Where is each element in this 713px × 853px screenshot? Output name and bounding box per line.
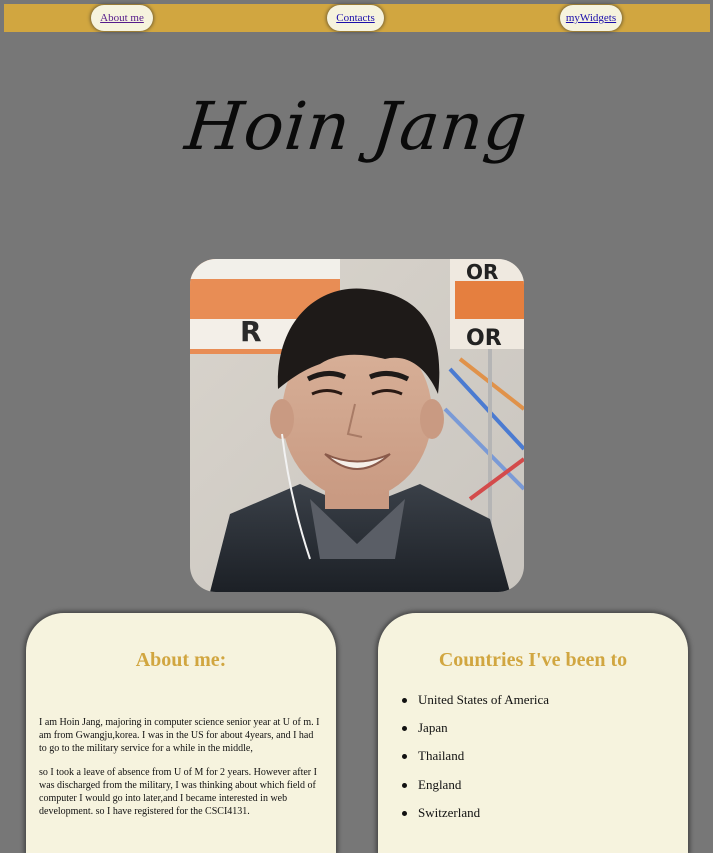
about-paragraph: so I took a leave of absence from U of M…	[39, 767, 317, 817]
list-item: United States of America	[401, 691, 549, 719]
page-title: Hoin Jang	[181, 88, 532, 165]
list-item: Japan	[401, 719, 549, 747]
about-me-text: I am Hoin Jang, majoring in computer sci…	[39, 716, 323, 829]
countries-heading: Countries I've been to	[438, 649, 628, 671]
nav-link-about-me[interactable]: About me	[91, 5, 153, 31]
list-item: England	[401, 776, 549, 804]
about-paragraph: I am Hoin Jang, majoring in computer sci…	[39, 717, 320, 754]
about-me-heading: About me:	[135, 649, 227, 671]
list-item: Switzerland	[401, 804, 549, 832]
svg-text:OR: OR	[466, 260, 498, 284]
nav-link-contacts[interactable]: Contacts	[327, 5, 384, 31]
profile-photo: R OR OR	[190, 259, 524, 592]
nav-bar: About me Contacts myWidgets	[4, 4, 710, 32]
svg-text:OR: OR	[466, 326, 502, 351]
svg-text:R: R	[240, 315, 262, 348]
countries-list: United States of America Japan Thailand …	[401, 691, 549, 832]
nav-link-my-widgets[interactable]: myWidgets	[560, 5, 622, 31]
list-item: Thailand	[401, 747, 549, 775]
about-me-card: About me: I am Hoin Jang, majoring in co…	[26, 613, 336, 853]
countries-card: Countries I've been to United States of …	[378, 613, 688, 853]
